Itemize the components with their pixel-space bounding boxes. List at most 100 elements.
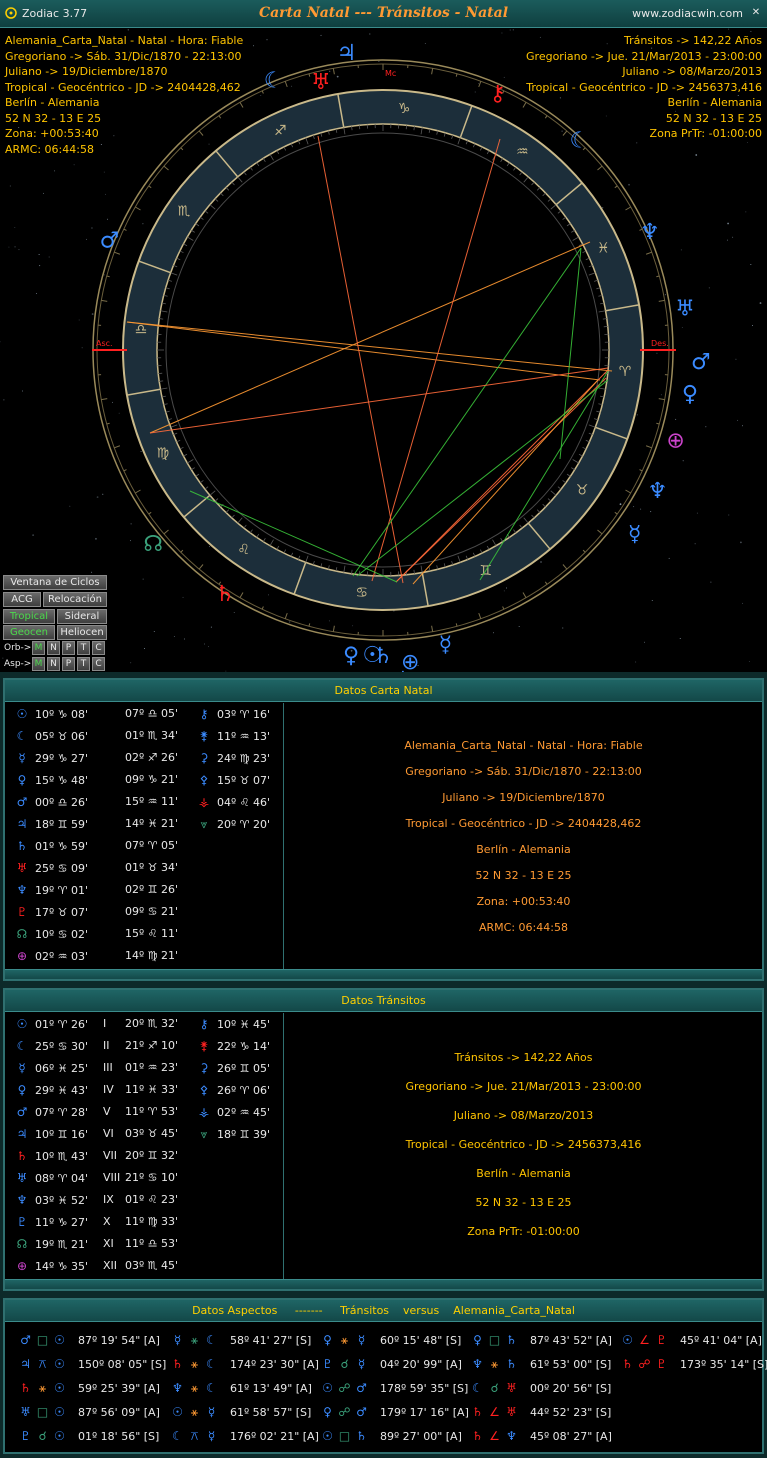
aspect-entry[interactable]: ♆ ⚹ ☾ 61º 13' 49" [A] xyxy=(171,1376,312,1400)
aspect-entry[interactable]: ♀ ⚹ ☿ 60º 15' 48" [S] xyxy=(321,1328,461,1352)
position-value: 14º ♑ 35' xyxy=(35,1260,89,1273)
natal-planet-icon: ☉ xyxy=(54,1405,65,1419)
planet-glyph[interactable]: ☾ xyxy=(264,68,284,93)
house-cusp-row: III 01º ♒ 23' xyxy=(103,1057,178,1079)
aspect-value: 87º 43' 52" [A] xyxy=(530,1334,612,1347)
house-cusp-value: 01º ♒ 23' xyxy=(125,1061,179,1074)
aspect-icon: ⚹ xyxy=(190,1333,199,1347)
star xyxy=(48,256,50,258)
outer-tick xyxy=(658,299,665,302)
close-icon[interactable]: ✕ xyxy=(750,7,762,19)
info-line: Tropical - Geocéntrico - JD -> 2404428,4… xyxy=(405,817,642,830)
house-cusp-row: 09º ♑ 21' xyxy=(125,769,178,791)
star xyxy=(336,75,339,78)
aspect-entry[interactable]: ♆ ⚹ ♄ 61º 53' 00" [S] xyxy=(471,1352,611,1376)
orb-toggle-m[interactable]: M xyxy=(32,641,45,655)
aspect-entry[interactable]: ☉ □ ♄ 89º 27' 00" [A] xyxy=(321,1424,462,1448)
planet-glyph[interactable]: ☿ xyxy=(439,632,453,657)
transit-planet-icon: ♄ xyxy=(622,1357,633,1371)
planet-glyph[interactable]: ☊ xyxy=(143,532,163,557)
aspect-entry[interactable]: ♄ ∠ ♆ 45º 08' 27" [A] xyxy=(471,1424,612,1448)
asp-toggle-m[interactable]: M xyxy=(32,657,45,671)
heliocen-button[interactable]: Heliocen xyxy=(57,625,107,640)
asteroid-row: ⚷ 10º ♓ 45' xyxy=(197,1013,270,1035)
outer-tick xyxy=(106,422,110,425)
aspect-entry[interactable]: ♂ □ ☉ 87º 19' 54" [A] xyxy=(19,1328,160,1352)
acg-button[interactable]: ACG xyxy=(3,592,41,607)
aspect-value: 87º 19' 54" [A] xyxy=(78,1334,160,1347)
planet-glyph[interactable]: ⊕ xyxy=(401,650,419,672)
star xyxy=(619,503,622,506)
aspect-entry[interactable]: ♄ ⚹ ☉ 59º 25' 39" [A] xyxy=(19,1376,160,1400)
house-cusp-value: 01º ♏ 34' xyxy=(125,729,179,742)
outer-tick xyxy=(135,489,141,494)
planet-glyph[interactable]: ♄ xyxy=(215,582,235,607)
aspect-entry[interactable]: ☉ ∠ ♇ 45º 41' 04" [A] xyxy=(621,1328,762,1352)
aspect-entry[interactable]: ☉ ☍ ♂ 178º 59' 35" [S] xyxy=(321,1376,468,1400)
planet-glyph[interactable]: ♀ xyxy=(682,382,698,407)
transit-panel-footer xyxy=(5,1279,762,1289)
planet-glyph[interactable]: ♂ xyxy=(691,350,711,375)
aspect-entry[interactable]: ♄ ⚹ ☾ 174º 23' 30" [A] xyxy=(171,1352,319,1376)
tropical-button[interactable]: Tropical xyxy=(3,609,55,624)
planet-glyph[interactable]: ♆ xyxy=(640,220,660,245)
aspect-entry[interactable]: ♀ ☍ ♂ 179º 17' 16" [A] xyxy=(321,1400,469,1424)
aspect-entry[interactable]: ♄ ☍ ♇ 173º 35' 14" [S] xyxy=(621,1352,767,1376)
planet-glyph[interactable]: ♆ xyxy=(648,479,668,504)
aspect-entry[interactable]: ♇ ☌ ☉ 01º 18' 56" [S] xyxy=(19,1424,159,1448)
aspect-entry[interactable]: ☿ ⚹ ☾ 58º 41' 27" [S] xyxy=(171,1328,312,1352)
aspect-icon: ☍ xyxy=(638,1357,651,1371)
aspect-entry[interactable]: ☾ ⚻ ☿ 176º 02' 21" [A] xyxy=(171,1424,319,1448)
aspect-entry[interactable]: ☾ ☌ ♅ 00º 20' 56" [S] xyxy=(471,1376,611,1400)
transit-info-line: Juliano -> 08/Marzo/2013 xyxy=(622,65,762,78)
orb-toggle-t[interactable]: T xyxy=(77,641,90,655)
planet-glyph[interactable]: ♃ xyxy=(337,41,357,66)
star xyxy=(656,352,658,354)
planet-glyph[interactable]: ♀ xyxy=(343,643,359,668)
asp-toggle-p[interactable]: P xyxy=(62,657,75,671)
orb-toggle-c[interactable]: C xyxy=(92,641,105,655)
house-cusp-row: 07º ♎ 05' xyxy=(125,703,178,725)
planet-glyph[interactable]: ⊕ xyxy=(666,428,684,453)
geocen-button[interactable]: Geocen xyxy=(3,625,55,640)
natal-planet-icon: ☉ xyxy=(54,1333,65,1347)
inner-tick xyxy=(602,318,607,320)
planet-glyph[interactable]: ☿ xyxy=(628,522,642,547)
transit-planet-icon: ♀ xyxy=(473,1333,482,1347)
house-cusp-row: VII 20º ♊ 32' xyxy=(103,1145,178,1167)
outer-tick xyxy=(308,623,311,627)
planet-glyph[interactable]: ☉ xyxy=(363,643,383,668)
relocacion-button[interactable]: Relocación xyxy=(43,592,107,607)
orb-toggle-p[interactable]: P xyxy=(62,641,75,655)
aspect-icon: ∠ xyxy=(639,1333,650,1347)
position-value: 19º ♈ 01' xyxy=(35,884,89,897)
planet-glyph[interactable]: ♅ xyxy=(675,297,695,322)
aspect-entry[interactable]: ♇ ☌ ☿ 04º 20' 99" [A] xyxy=(321,1352,462,1376)
asteroid-value: 26º ♈ 06' xyxy=(217,1084,271,1097)
planet-glyph[interactable]: ♂ xyxy=(100,228,120,253)
star xyxy=(562,627,564,629)
aspect-entry[interactable]: ♀ □ ♄ 87º 43' 52" [A] xyxy=(471,1328,612,1352)
sideral-button[interactable]: Sideral xyxy=(57,609,107,624)
info-line: 52 N 32 - 13 E 25 xyxy=(475,869,572,882)
planet-glyph[interactable]: ♅ xyxy=(311,70,331,95)
aspect-entry[interactable]: ♄ ∠ ♅ 44º 52' 23" [S] xyxy=(471,1400,611,1424)
aspect-icon: ⚹ xyxy=(38,1381,47,1395)
aspect-value: 04º 20' 99" [A] xyxy=(380,1358,462,1371)
asp-toggle-n[interactable]: N xyxy=(47,657,60,671)
star xyxy=(503,590,505,592)
aspect-entry[interactable]: ♅ □ ☉ 87º 56' 09" [A] xyxy=(19,1400,160,1424)
ventana-ciclos-button[interactable]: Ventana de Ciclos xyxy=(3,575,107,590)
planet-icon: ♇ xyxy=(16,1215,28,1229)
planet-icon: ♆ xyxy=(16,883,28,897)
website-link[interactable]: www.zodiacwin.com xyxy=(632,7,743,20)
asp-toggle-t[interactable]: T xyxy=(77,657,90,671)
aspect-icon: □ xyxy=(36,1333,49,1347)
natal-data-panel: Datos Carta Natal ☉ 10º ♑ 08' ☾ 05º ♉ 06' ☿ 2… xyxy=(3,678,764,981)
orb-toggle-n[interactable]: N xyxy=(47,641,60,655)
aspect-value: 01º 18' 56" [S] xyxy=(78,1430,160,1443)
asp-toggle-c[interactable]: C xyxy=(92,657,105,671)
aspect-entry[interactable]: ♃ ⚻ ☉ 150º 08' 05" [S] xyxy=(19,1352,166,1376)
aspect-entry[interactable]: ☉ ⚹ ☿ 61º 58' 57" [S] xyxy=(171,1400,311,1424)
planet-glyph[interactable]: ⚷ xyxy=(490,81,506,106)
